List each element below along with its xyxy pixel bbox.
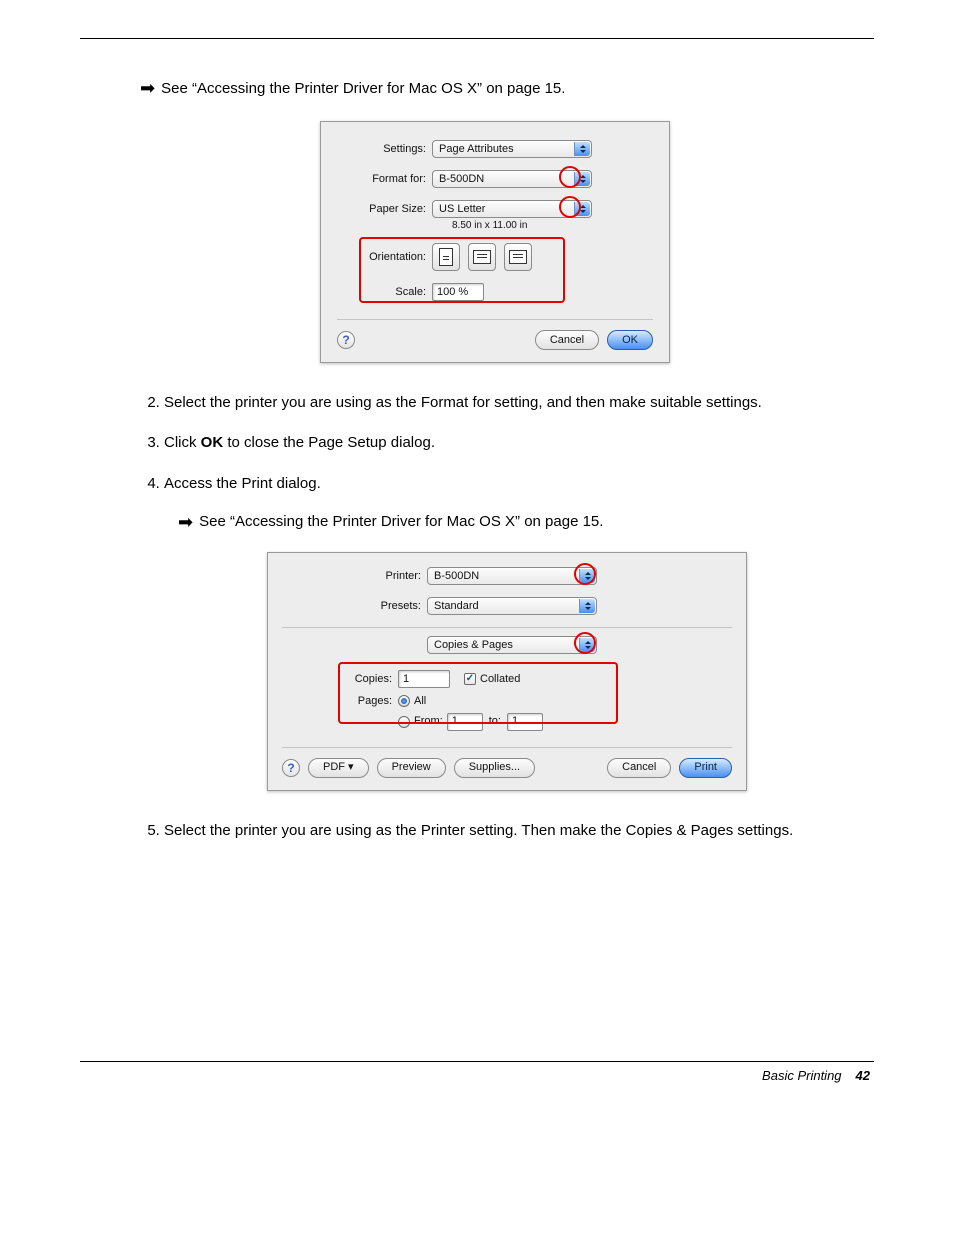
panel-value: Copies & Pages [434, 638, 513, 653]
stepper-icon [579, 638, 595, 652]
pages-label: Pages: [346, 694, 398, 709]
copies-value: 1 [403, 672, 409, 687]
settings-label: Settings: [337, 143, 432, 155]
page-footer: Basic Printing 42 [80, 1068, 874, 1083]
help-button[interactable]: ? [337, 331, 355, 349]
page-setup-dialog: Settings: Page Attributes Format for: B-… [320, 121, 670, 363]
orientation-label: Orientation: [337, 251, 432, 263]
preview-label: Preview [392, 760, 431, 775]
xref-row-1: ➡ See “Accessing the Printer Driver for … [140, 79, 874, 97]
stepper-icon [574, 142, 590, 156]
presets-label: Presets: [297, 599, 427, 614]
presets-value: Standard [434, 599, 479, 614]
top-rule [80, 38, 874, 39]
scale-value: 100 % [437, 286, 468, 298]
cancel-label: Cancel [550, 334, 584, 346]
arrow-right-icon: ➡ [178, 513, 193, 531]
collated-checkbox[interactable] [464, 673, 476, 685]
format-for-label: Format for: [337, 173, 432, 185]
supplies-label: Supplies... [469, 760, 520, 775]
copies-label: Copies: [346, 672, 398, 687]
stepper-icon [579, 599, 595, 613]
panel-select[interactable]: Copies & Pages [427, 636, 597, 654]
step-5: Select the printer you are using as the … [164, 821, 874, 841]
xref-row-2: ➡ See “Accessing the Printer Driver for … [178, 512, 874, 532]
to-input[interactable]: 1 [507, 713, 543, 731]
preview-button[interactable]: Preview [377, 758, 446, 778]
orientation-landscape-rev-button[interactable] [504, 243, 532, 271]
cancel-button[interactable]: Cancel [535, 330, 599, 350]
dialog-separator [282, 747, 732, 748]
cancel-label: Cancel [622, 760, 656, 775]
print-button[interactable]: Print [679, 758, 732, 778]
arrow-right-icon: ➡ [140, 79, 155, 97]
scale-label: Scale: [337, 286, 432, 298]
paper-dimensions: 8.50 in x 11.00 in [432, 220, 527, 231]
step-4-text: Access the Print dialog. [164, 475, 321, 492]
paper-size-select[interactable]: US Letter [432, 200, 592, 218]
step-3: Click OK to close the Page Setup dialog. [164, 433, 874, 453]
printer-label: Printer: [297, 569, 427, 584]
step-3-text-c: to close the Page Setup dialog. [223, 434, 435, 451]
collated-label: Collated [480, 672, 520, 687]
dialog-separator [282, 627, 732, 628]
presets-select[interactable]: Standard [427, 597, 597, 615]
from-value: 1 [452, 714, 458, 729]
footer-page-number: 42 [856, 1068, 870, 1083]
pdf-button[interactable]: PDF ▾ [308, 758, 369, 778]
stepper-icon [579, 569, 595, 583]
format-for-value: B-500DN [439, 173, 484, 185]
orientation-portrait-button[interactable] [432, 243, 460, 271]
settings-select[interactable]: Page Attributes [432, 140, 592, 158]
help-icon: ? [287, 760, 294, 776]
paper-size-label: Paper Size: [337, 203, 432, 215]
ok-label: OK [622, 334, 638, 346]
to-label: to: [489, 714, 501, 729]
help-icon: ? [342, 333, 349, 347]
xref-text-2: See “Accessing the Printer Driver for Ma… [199, 512, 603, 532]
settings-value: Page Attributes [439, 143, 514, 155]
format-for-select[interactable]: B-500DN [432, 170, 592, 188]
cancel-button[interactable]: Cancel [607, 758, 671, 778]
copies-input[interactable]: 1 [398, 670, 450, 688]
pages-from-radio[interactable] [398, 716, 410, 728]
printer-value: B-500DN [434, 569, 479, 584]
from-input[interactable]: 1 [447, 713, 483, 731]
scale-input[interactable]: 100 % [432, 283, 484, 301]
footer-section: Basic Printing [762, 1068, 841, 1083]
pages-all-label: All [414, 694, 426, 709]
paper-size-value: US Letter [439, 203, 485, 215]
orientation-landscape-button[interactable] [468, 243, 496, 271]
to-value: 1 [512, 714, 518, 729]
step-4: Access the Print dialog. ➡ See “Accessin… [164, 474, 874, 791]
step-3-text-b: OK [201, 434, 224, 451]
dialog-separator [337, 319, 653, 320]
print-dialog: Printer: B-500DN Presets: Standard [267, 552, 747, 791]
step-3-text-a: Click [164, 434, 201, 451]
step-2: Select the printer you are using as the … [164, 393, 874, 413]
stepper-icon [574, 172, 590, 186]
help-button[interactable]: ? [282, 759, 300, 777]
bottom-rule [80, 1061, 874, 1062]
printer-select[interactable]: B-500DN [427, 567, 597, 585]
ok-button[interactable]: OK [607, 330, 653, 350]
pages-all-radio[interactable] [398, 695, 410, 707]
pdf-label: PDF ▾ [323, 760, 354, 775]
from-label: From: [414, 714, 443, 729]
stepper-icon [574, 202, 590, 216]
print-label: Print [694, 760, 717, 775]
xref-text-1: See “Accessing the Printer Driver for Ma… [161, 80, 565, 97]
supplies-button[interactable]: Supplies... [454, 758, 535, 778]
